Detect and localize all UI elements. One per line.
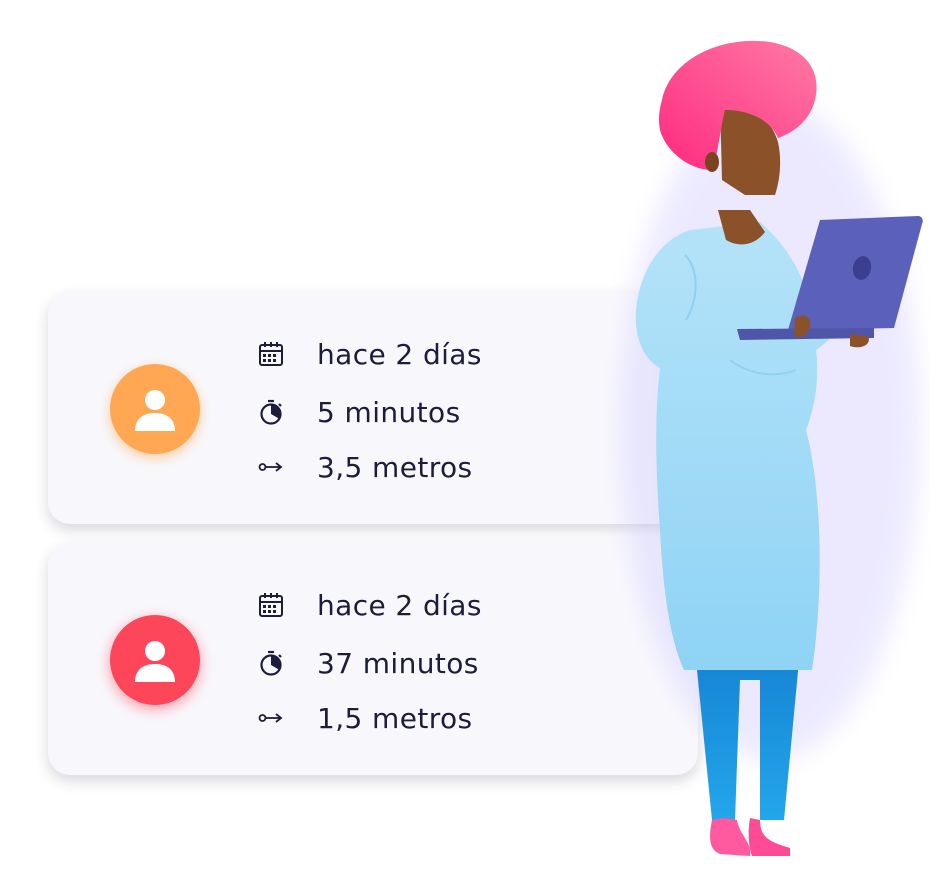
date-text: hace 2 días: [317, 337, 482, 371]
distance-text: 3,5 metros: [317, 450, 473, 484]
duration-text: 5 minutos: [317, 395, 461, 429]
avatar: [110, 364, 200, 454]
ear: [705, 152, 719, 172]
distance-row: 3,5 metros: [258, 447, 473, 487]
duration-text: 37 minutos: [317, 646, 479, 680]
stopwatch-icon: [260, 650, 282, 676]
duration-row: 5 minutos: [258, 392, 461, 432]
distance-row: 1,5 metros: [258, 698, 473, 738]
avatar: [110, 615, 200, 705]
person-icon: [135, 390, 175, 431]
right-shoe: [748, 818, 790, 856]
distance-arrow-icon: [258, 713, 283, 723]
date-text: hace 2 días: [317, 588, 482, 622]
calendar-icon: [259, 593, 283, 617]
person-icon: [135, 641, 175, 682]
distance-arrow-icon: [258, 462, 283, 472]
left-shoe: [710, 818, 751, 856]
distance-text: 1,5 metros: [317, 701, 473, 735]
calendar-icon: [259, 342, 283, 366]
person-with-laptop-illustration: [620, 40, 923, 856]
duration-row: 37 minutos: [258, 643, 479, 683]
date-row: hace 2 días: [258, 334, 482, 374]
stopwatch-icon: [260, 399, 282, 425]
date-row: hace 2 días: [258, 585, 482, 625]
